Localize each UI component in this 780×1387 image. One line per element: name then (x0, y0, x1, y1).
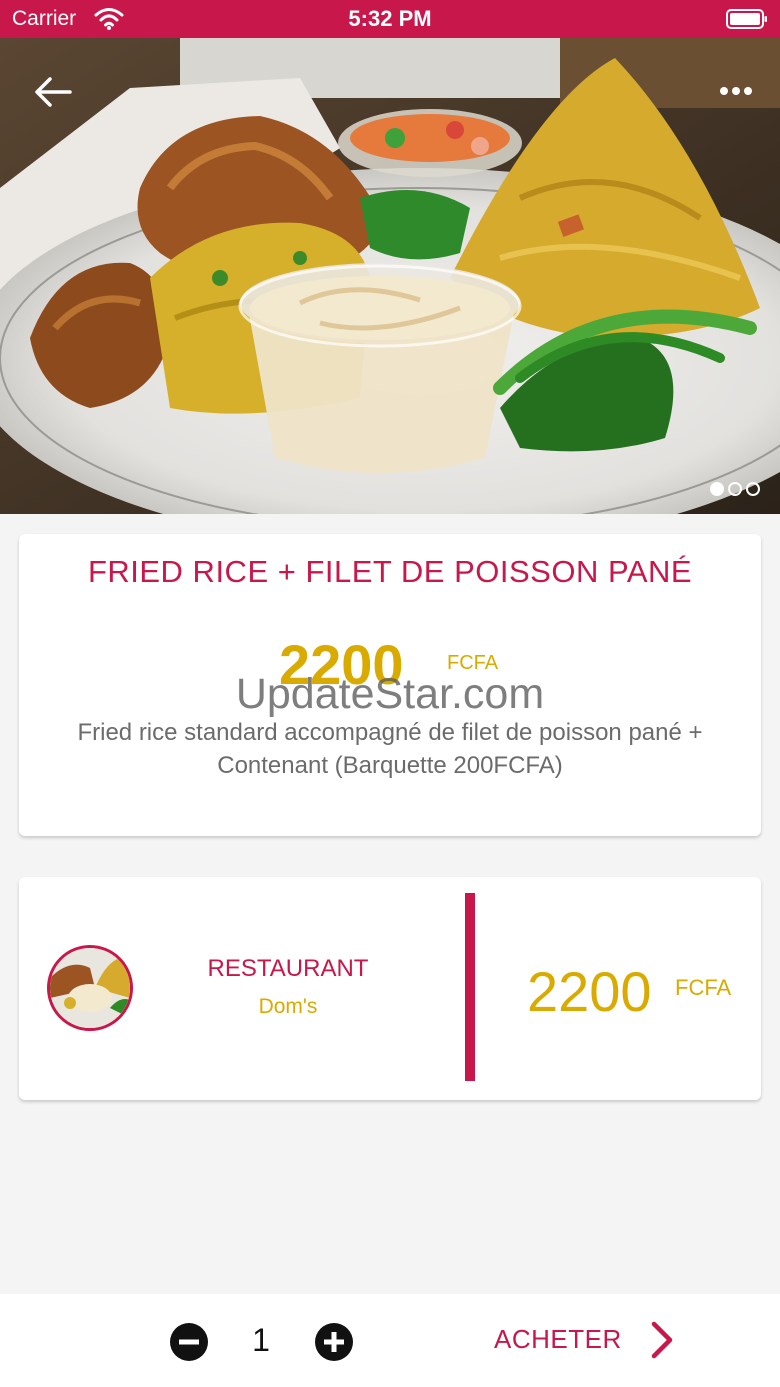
product-photo (0, 38, 780, 514)
carousel-page-indicator (710, 482, 760, 496)
product-title: FRIED RICE + FILET DE POISSON PANÉ (87, 554, 693, 589)
decrease-quantity-button[interactable] (170, 1323, 208, 1361)
restaurant-price: 2200 (527, 960, 652, 1023)
carousel-dot-2[interactable] (728, 482, 742, 496)
chevron-right-icon (651, 1321, 673, 1359)
watermark-text: UpdateStar.com (235, 670, 545, 718)
buy-button-label: ACHETER (494, 1324, 622, 1354)
order-bar: 1 ACHETER (0, 1294, 780, 1387)
restaurant-name[interactable]: Dom's (167, 995, 409, 1019)
restaurant-card[interactable]: RESTAURANT Dom's 2200 FCFA (19, 877, 761, 1100)
product-info-card: FRIED RICE + FILET DE POISSON PANÉ 2200 … (19, 534, 761, 836)
carousel-dot-3[interactable] (746, 482, 760, 496)
restaurant-avatar-image (50, 948, 130, 1028)
restaurant-currency: FCFA (675, 975, 732, 1000)
restaurant-label: RESTAURANT (207, 955, 369, 982)
vertical-divider (465, 893, 475, 1081)
quantity-value: 1 (252, 1322, 270, 1358)
more-options-icon[interactable] (716, 78, 756, 104)
buy-button[interactable]: ACHETER (492, 1320, 692, 1362)
restaurant-avatar[interactable] (47, 945, 133, 1031)
back-arrow-icon[interactable] (32, 74, 74, 110)
product-description: Fried rice standard accompagné de filet … (77, 719, 703, 779)
product-image-carousel[interactable] (0, 38, 780, 514)
carousel-dot-1[interactable] (710, 482, 724, 496)
increase-quantity-button[interactable] (315, 1323, 353, 1361)
status-bar: Carrier 5:32 PM (0, 0, 780, 38)
status-time: 5:32 PM (348, 6, 432, 31)
battery-icon (726, 9, 767, 29)
